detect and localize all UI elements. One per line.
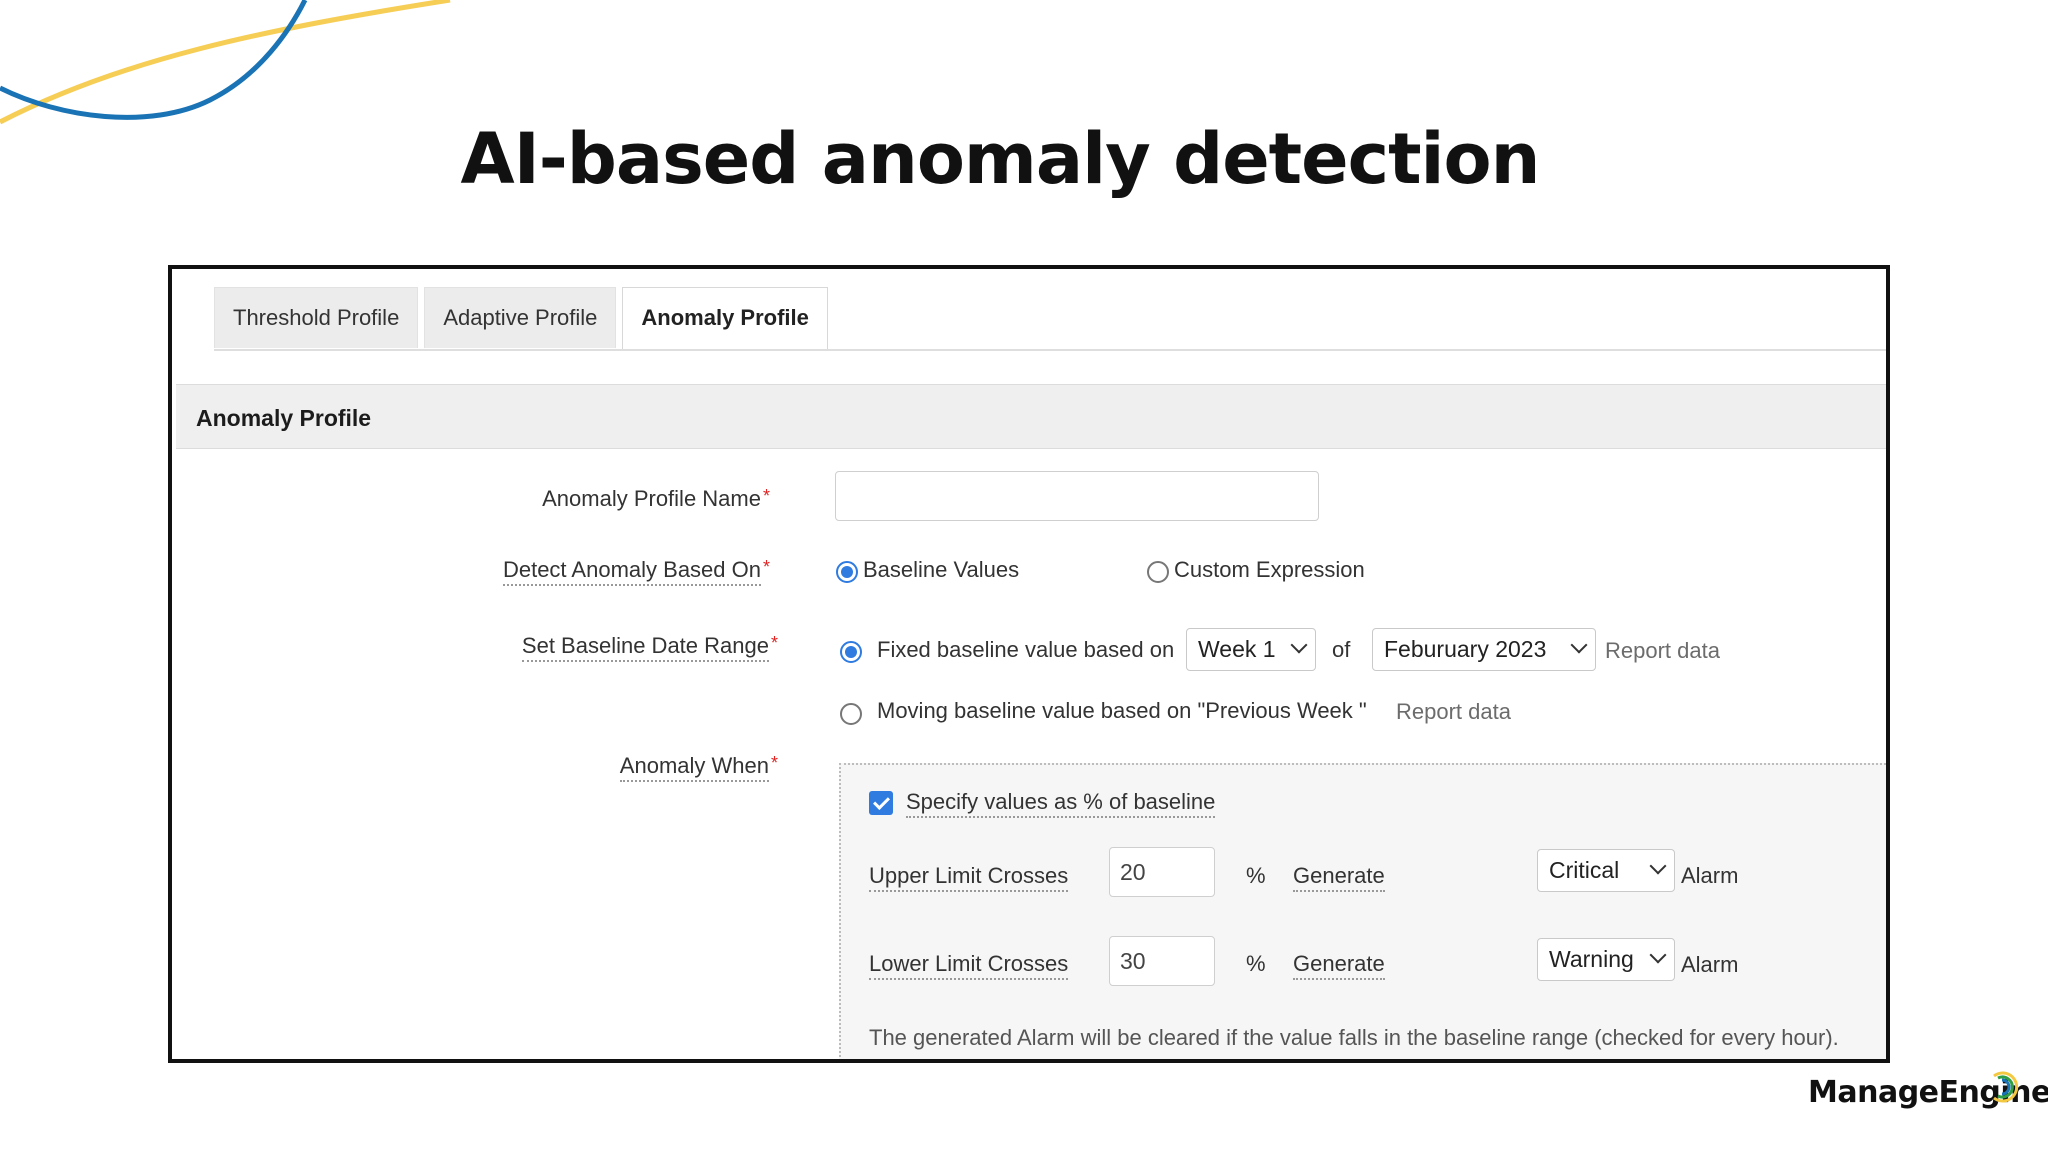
of-text: of — [1332, 637, 1351, 662]
month-select-value: Feburuary 2023 — [1384, 636, 1547, 662]
upper-generate-label: Generate — [1293, 863, 1385, 892]
percent-baseline-label: Specify values as % of baseline — [906, 789, 1216, 818]
baseline-range-label: Set Baseline Date Range * — [521, 633, 778, 662]
radio-fixed-baseline[interactable] — [840, 641, 862, 663]
upper-alarm-suffix: Alarm — [1681, 863, 1739, 888]
lower-severity-value: Warning — [1549, 946, 1634, 972]
percent-baseline-checkbox[interactable] — [869, 791, 893, 815]
week-select[interactable]: Week 1 — [1186, 628, 1316, 671]
anomaly-when-label-text: Anomaly When — [619, 753, 769, 782]
upper-limit-input[interactable] — [1109, 847, 1215, 897]
alarm-clear-note: The generated Alarm will be cleared if t… — [869, 1025, 1839, 1050]
radio-custom-expression[interactable] — [1147, 561, 1169, 583]
upper-limit-label: Upper Limit Crosses — [869, 863, 1069, 892]
upper-severity-value: Critical — [1549, 857, 1620, 883]
profile-tabs: Threshold Profile Adaptive Profile Anoma… — [214, 287, 834, 351]
baseline-range-label-text: Set Baseline Date Range — [521, 633, 769, 662]
slide-title: AI-based anomaly detection — [460, 118, 1541, 200]
required-marker: * — [770, 633, 778, 653]
upper-severity-select[interactable]: Critical — [1537, 849, 1675, 892]
upper-unit: % — [1246, 863, 1266, 888]
week-select-value: Week 1 — [1198, 636, 1276, 662]
moving-baseline-text: Moving baseline value based on "Previous… — [877, 698, 1367, 723]
brand-arc-icon — [1993, 1071, 2019, 1103]
report-data-link-moving[interactable]: Report data — [1396, 699, 1511, 725]
radio-moving-baseline[interactable] — [840, 703, 862, 725]
profile-name-label-text: Anomaly Profile Name — [542, 486, 761, 511]
radio-baseline-values[interactable] — [836, 561, 858, 583]
required-marker: * — [762, 486, 770, 506]
lower-limit-label-text: Lower Limit Crosses — [869, 951, 1069, 980]
report-data-link-fixed[interactable]: Report data — [1605, 638, 1720, 664]
lower-limit-input[interactable] — [1109, 936, 1215, 986]
lower-unit: % — [1246, 951, 1266, 976]
month-select[interactable]: Feburuary 2023 — [1372, 628, 1596, 671]
chevron-down-icon — [1649, 857, 1667, 875]
tab-threshold-profile[interactable]: Threshold Profile — [214, 287, 419, 348]
detect-based-on-label-text: Detect Anomaly Based On — [502, 557, 761, 586]
section-header: Anomaly Profile — [176, 384, 1886, 449]
baseline-values-label: Baseline Values — [863, 557, 1020, 582]
lower-generate-text: Generate — [1293, 951, 1385, 980]
chevron-down-icon — [1649, 946, 1667, 964]
anomaly-when-box: Specify values as % of baseline Upper Li… — [839, 763, 1886, 1059]
fixed-baseline-text: Fixed baseline value based on — [877, 637, 1175, 662]
section-title: Anomaly Profile — [196, 405, 372, 431]
tabs-divider — [214, 349, 1886, 351]
tab-adaptive-profile[interactable]: Adaptive Profile — [424, 287, 617, 348]
lower-generate-label: Generate — [1293, 951, 1385, 980]
lower-alarm-suffix: Alarm — [1681, 952, 1739, 977]
upper-limit-label-text: Upper Limit Crosses — [869, 863, 1069, 892]
chevron-down-icon — [1570, 636, 1588, 654]
lower-severity-select[interactable]: Warning — [1537, 938, 1675, 981]
required-marker: * — [762, 557, 770, 577]
tab-anomaly-profile[interactable]: Anomaly Profile — [622, 287, 828, 351]
chevron-down-icon — [1290, 636, 1308, 654]
anomaly-profile-panel: Threshold Profile Adaptive Profile Anoma… — [168, 265, 1890, 1063]
required-marker: * — [770, 753, 778, 773]
lower-limit-label: Lower Limit Crosses — [869, 951, 1069, 980]
custom-expression-label: Custom Expression — [1174, 557, 1365, 582]
percent-baseline-label-text: Specify values as % of baseline — [906, 789, 1216, 818]
detect-based-on-label: Detect Anomaly Based On * — [502, 557, 770, 586]
upper-generate-text: Generate — [1293, 863, 1385, 892]
profile-name-label: Anomaly Profile Name * — [542, 486, 770, 512]
profile-name-input[interactable] — [835, 471, 1319, 521]
anomaly-when-label: Anomaly When * — [619, 753, 778, 782]
